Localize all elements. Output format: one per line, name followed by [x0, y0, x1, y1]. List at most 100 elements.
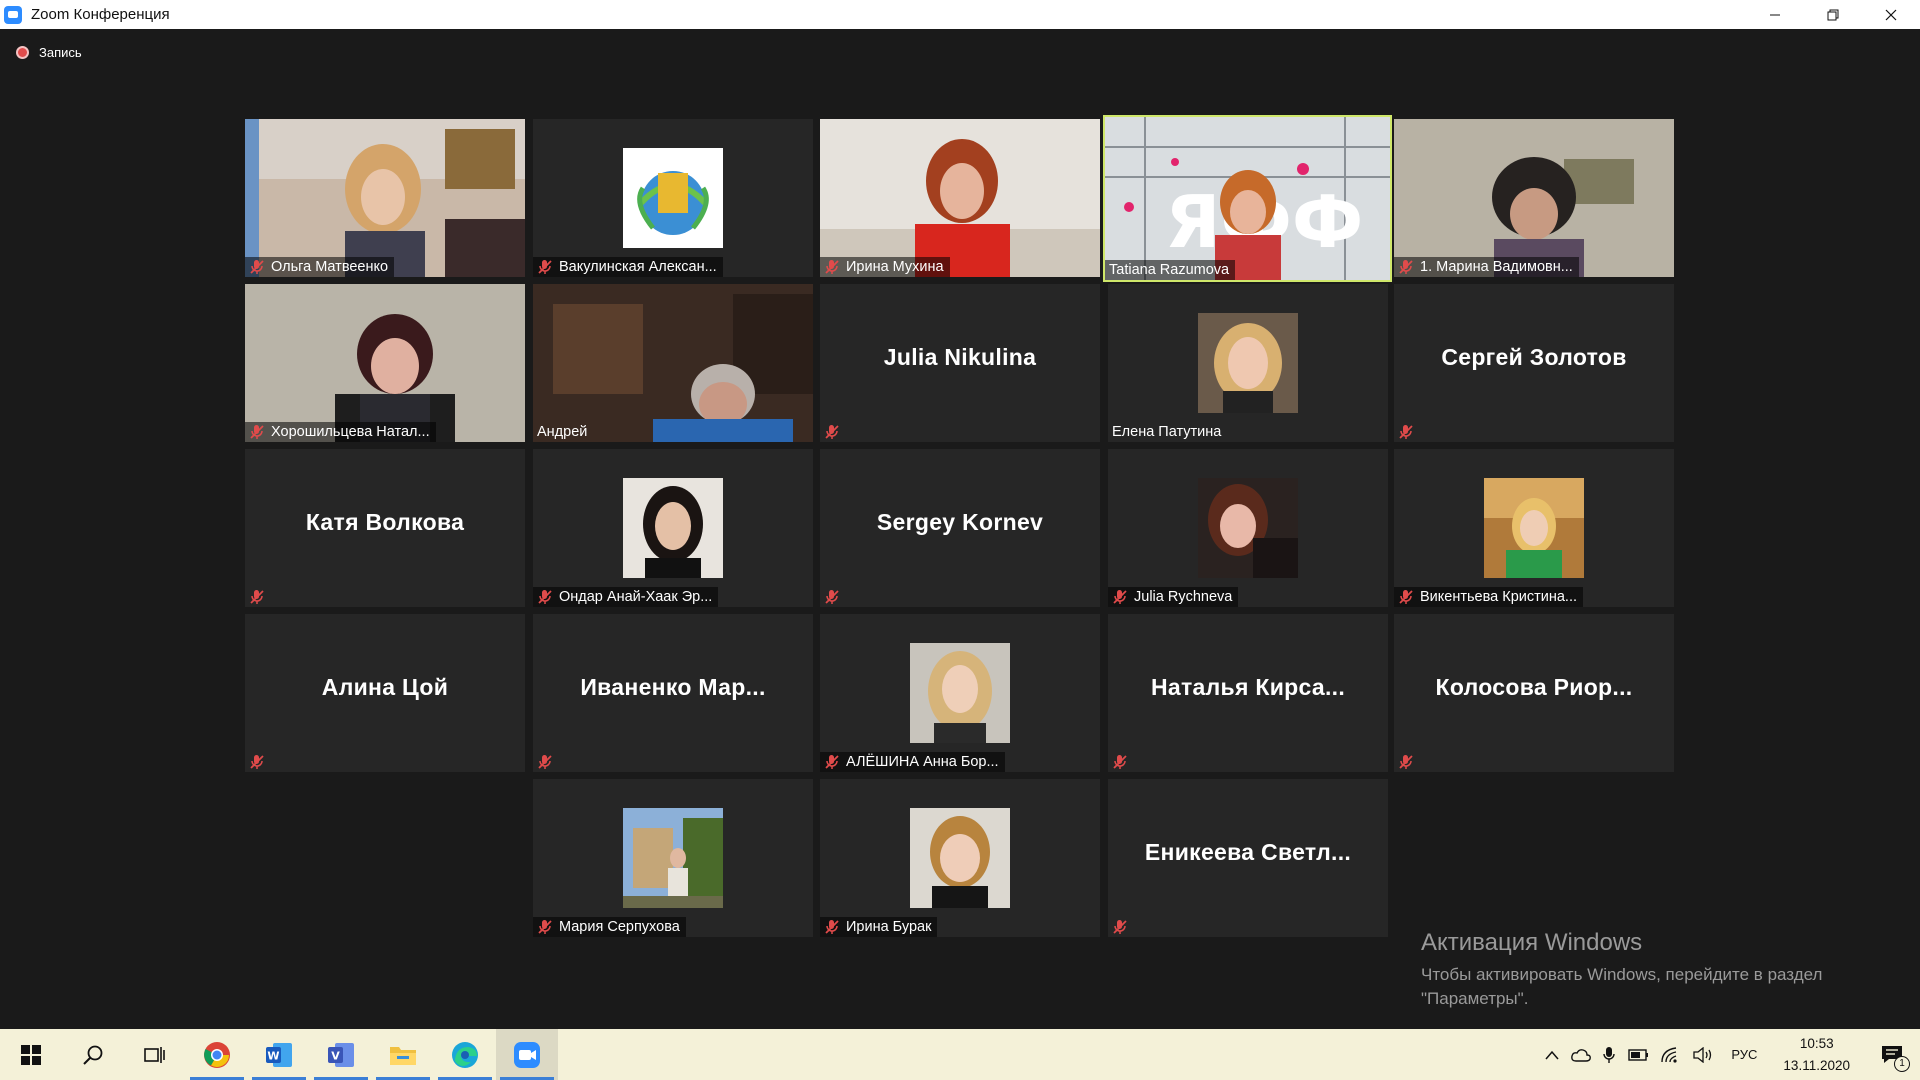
network-button[interactable]	[1655, 1029, 1687, 1080]
participant-name-bar	[1394, 422, 1426, 442]
participant-name-bar: Вакулинская Алексан...	[533, 257, 723, 277]
battery-button[interactable]	[1621, 1029, 1655, 1080]
microphone-tray-button[interactable]	[1597, 1029, 1621, 1080]
participant-tile[interactable]: Ирина Мухина	[820, 119, 1100, 277]
participant-tile[interactable]: Мария Серпухова	[533, 779, 813, 937]
participant-tile[interactable]: Елена Патутина	[1108, 284, 1388, 442]
participant-tile[interactable]: Алина Цой	[245, 614, 525, 772]
participant-tile[interactable]: Ондар Анай-Хаак Эр...	[533, 449, 813, 607]
wifi-icon	[1661, 1046, 1677, 1063]
taskbar-edge[interactable]	[434, 1029, 496, 1080]
mic-muted-icon	[825, 260, 839, 274]
word-icon: W	[266, 1042, 292, 1067]
participant-tile[interactable]: Катя Волкова	[245, 449, 525, 607]
participant-tile[interactable]: Викентьева Кристина...	[1394, 449, 1674, 607]
input-language-button[interactable]: РУС	[1719, 1029, 1769, 1080]
video-feed	[245, 284, 525, 442]
action-center-button[interactable]: 1	[1864, 1029, 1920, 1080]
participant-tile[interactable]: Наталья Кирса...	[1108, 614, 1388, 772]
taskbar-zoom[interactable]	[496, 1029, 558, 1080]
clock-time: 10:53	[1799, 1035, 1834, 1051]
profile-picture	[1198, 478, 1298, 578]
system-tray: РУС 10:53 13.11.2020 1	[1539, 1029, 1920, 1080]
search-icon	[83, 1045, 103, 1065]
profile-picture	[623, 478, 723, 578]
profile-picture	[910, 643, 1010, 743]
participant-tile[interactable]: Ирина Бурак	[820, 779, 1100, 937]
participant-tile[interactable]: Сергей Золотов	[1394, 284, 1674, 442]
window-title: Zoom Конференция	[31, 6, 170, 23]
participant-tile[interactable]: Иваненко Мар...	[533, 614, 813, 772]
volume-button[interactable]	[1687, 1029, 1719, 1080]
participant-tile[interactable]: АЛЁШИНА Анна Бор...	[820, 614, 1100, 772]
taskbar-visio[interactable]: V	[310, 1029, 372, 1080]
participant-name-bar: Елена Патутина	[1108, 422, 1227, 442]
participant-tile[interactable]: Ольга Матвеенко	[245, 119, 525, 277]
language-indicator: РУС	[1731, 1047, 1758, 1062]
participant-tile-active-speaker[interactable]: ЯФФ Tatiana Razumova	[1103, 115, 1392, 282]
participant-tile[interactable]: Julia Rychneva	[1108, 449, 1388, 607]
zoom-icon	[514, 1041, 540, 1068]
windows-start-icon	[21, 1044, 41, 1065]
chrome-icon	[204, 1041, 230, 1068]
participant-name: Викентьева Кристина...	[1420, 589, 1578, 605]
participant-tile[interactable]: Sergey Kornev	[820, 449, 1100, 607]
participant-name-bar: АЛЁШИНА Анна Бор...	[820, 752, 1005, 772]
participant-name-bar: Tatiana Razumova	[1105, 260, 1236, 280]
restore-button[interactable]	[1804, 0, 1862, 29]
participant-name-bar	[533, 752, 565, 772]
title-bar: Zoom Конференция	[0, 0, 1920, 29]
recording-indicator[interactable]: Запись	[16, 45, 82, 60]
svg-text:V: V	[331, 1049, 340, 1062]
participant-display-name: Sergey Kornev	[876, 509, 1044, 535]
participant-tile[interactable]: 1. Марина Вадимовн...	[1394, 119, 1674, 277]
mic-muted-icon	[250, 260, 264, 274]
participant-name: Ондар Анай-Хаак Эр...	[559, 589, 713, 605]
task-view-button[interactable]	[124, 1029, 186, 1080]
recording-icon	[16, 46, 29, 59]
minimize-button[interactable]	[1746, 0, 1804, 29]
participant-tile[interactable]: Андрей	[533, 284, 813, 442]
participant-name: АЛЁШИНА Анна Бор...	[846, 754, 999, 770]
mic-muted-icon	[825, 755, 839, 769]
activation-title: Активация Windows	[1421, 929, 1643, 956]
cloud-icon	[1571, 1048, 1592, 1062]
search-button[interactable]	[62, 1029, 124, 1080]
mic-muted-icon	[250, 755, 264, 769]
battery-charging-icon	[1628, 1048, 1649, 1061]
edge-icon	[452, 1041, 478, 1068]
clock-button[interactable]: 10:53 13.11.2020	[1769, 1029, 1864, 1080]
mic-muted-icon	[1113, 755, 1127, 769]
participant-name-bar	[1108, 752, 1140, 772]
chevron-up-icon	[1545, 1050, 1559, 1059]
show-hidden-icons-button[interactable]	[1539, 1029, 1565, 1080]
participant-name-bar: Ондар Анай-Хаак Эр...	[533, 587, 719, 607]
start-button[interactable]	[0, 1029, 62, 1080]
participant-name-bar	[820, 587, 852, 607]
taskbar-file-explorer[interactable]	[372, 1029, 434, 1080]
participant-tile[interactable]: Вакулинская Алексан...	[533, 119, 813, 277]
mic-muted-icon	[538, 590, 552, 604]
recording-label: Запись	[39, 45, 82, 60]
participant-tile[interactable]: Колосова Риор...	[1394, 614, 1674, 772]
participant-tile[interactable]: Хорошильцева Натал...	[245, 284, 525, 442]
participant-display-name: Колосова Риор...	[1435, 674, 1633, 700]
taskbar-chrome[interactable]	[186, 1029, 248, 1080]
mic-muted-icon	[825, 590, 839, 604]
video-feed	[245, 119, 525, 277]
participant-name: Мария Серпухова	[559, 919, 680, 935]
close-button[interactable]	[1862, 0, 1920, 29]
participant-tile[interactable]: Julia Nikulina	[820, 284, 1100, 442]
taskbar-word[interactable]: W	[248, 1029, 310, 1080]
participant-name-bar: Julia Rychneva	[1108, 587, 1239, 607]
participant-name-bar: Ирина Мухина	[820, 257, 950, 277]
participant-tile[interactable]: Еникеева Светл...	[1108, 779, 1388, 937]
video-feed	[1394, 119, 1674, 277]
video-feed: ЯФФ	[1105, 117, 1390, 280]
zoom-app-icon	[4, 5, 22, 24]
participant-name-bar: Хорошильцева Натал...	[245, 422, 436, 442]
profile-picture	[1198, 313, 1298, 413]
onedrive-button[interactable]	[1565, 1029, 1597, 1080]
windows-activation-watermark: Активация Windows Чтобы активировать Win…	[1421, 929, 1822, 1011]
clock-date: 13.11.2020	[1783, 1057, 1850, 1073]
